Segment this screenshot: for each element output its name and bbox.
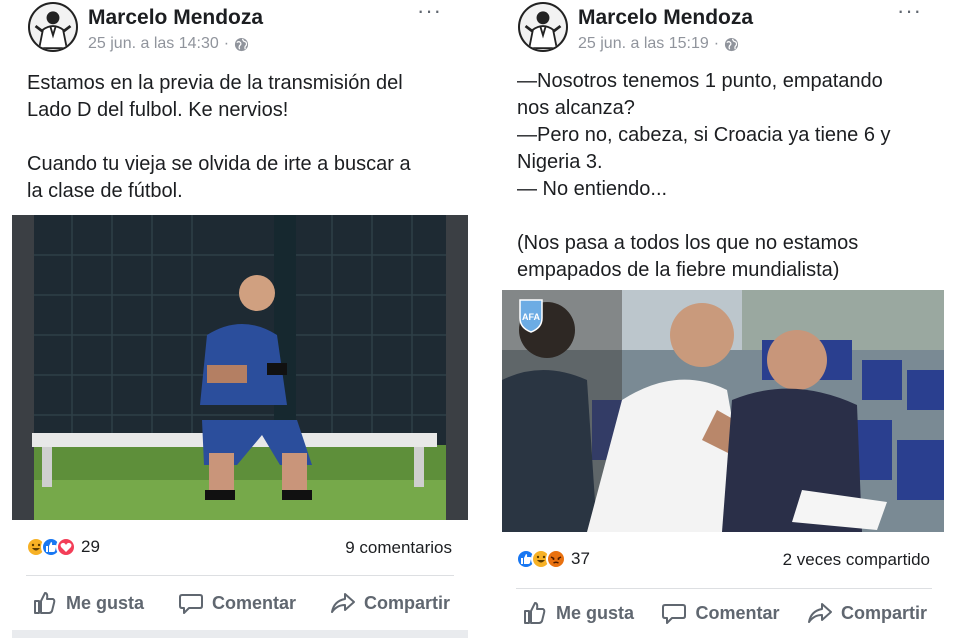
share-button[interactable]: Compartir: [330, 590, 450, 616]
author-name[interactable]: Marcelo Mendoza: [578, 6, 753, 30]
post-text: Estamos en la previa de la transmisión d…: [27, 72, 411, 202]
post-actions: Me gusta Comentar Compartir: [32, 590, 450, 616]
globe-icon: [725, 37, 739, 51]
comment-button[interactable]: Comentar: [178, 590, 296, 616]
post-meta: 25 jun. a las 15:19 ·: [578, 35, 739, 53]
post-separator: [12, 630, 468, 638]
divider: [26, 575, 454, 576]
comment-label: Comentar: [211, 592, 296, 613]
love-reaction-icon: [56, 537, 76, 557]
meta-separator: ·: [713, 35, 720, 52]
thumbs-up-icon: [34, 592, 56, 614]
post-meta: 25 jun. a las 14:30 ·: [88, 35, 249, 53]
avatar[interactable]: [518, 2, 568, 52]
reaction-count: 37: [571, 549, 590, 568]
reactions-summary[interactable]: 29: [26, 537, 100, 557]
like-label: Me gusta: [66, 592, 145, 613]
avatar[interactable]: [28, 2, 78, 52]
post-photo[interactable]: [12, 215, 468, 520]
comments-count[interactable]: 9 comentarios: [345, 538, 452, 558]
comment-button[interactable]: Comentar: [661, 600, 780, 626]
post-actions: Me gusta Comentar Compartir: [522, 600, 927, 626]
post-header: Marcelo Mendoza 25 jun. a las 15:19 · ··…: [518, 0, 960, 54]
post-2: Marcelo Mendoza 25 jun. a las 15:19 · ··…: [490, 0, 960, 638]
author-name[interactable]: Marcelo Mendoza: [88, 6, 263, 30]
angry-reaction-icon: [546, 549, 566, 569]
meta-separator: ·: [223, 35, 230, 52]
share-label: Compartir: [840, 602, 927, 623]
reactions-summary[interactable]: 37: [516, 549, 590, 569]
share-icon: [330, 593, 355, 613]
like-button[interactable]: Me gusta: [522, 600, 634, 626]
more-options-icon[interactable]: ···: [897, 0, 922, 22]
share-icon: [807, 603, 832, 623]
share-label: Compartir: [363, 592, 450, 613]
timestamp[interactable]: 25 jun. a las 14:30: [88, 35, 219, 53]
comment-label: Comentar: [695, 602, 780, 623]
reaction-count: 29: [81, 537, 100, 556]
svg-text:AFA: AFA: [522, 312, 541, 322]
post-1: Marcelo Mendoza 25 jun. a las 14:30 · ··…: [0, 0, 480, 638]
shares-count[interactable]: 2 veces compartido: [783, 550, 930, 570]
post-photo[interactable]: AFA: [502, 290, 944, 532]
like-button[interactable]: Me gusta: [32, 590, 144, 616]
comment-icon: [662, 604, 687, 624]
comment-icon: [178, 594, 203, 614]
post-header: Marcelo Mendoza 25 jun. a las 14:30 · ··…: [28, 0, 480, 54]
timestamp[interactable]: 25 jun. a las 15:19: [578, 35, 709, 53]
thumbs-up-icon: [524, 602, 546, 624]
globe-icon: [235, 37, 249, 51]
like-label: Me gusta: [556, 602, 635, 623]
divider: [516, 588, 932, 589]
share-button[interactable]: Compartir: [807, 600, 927, 626]
more-options-icon[interactable]: ···: [417, 0, 442, 22]
post-text: —Nosotros tenemos 1 punto, empatando nos…: [517, 70, 891, 281]
